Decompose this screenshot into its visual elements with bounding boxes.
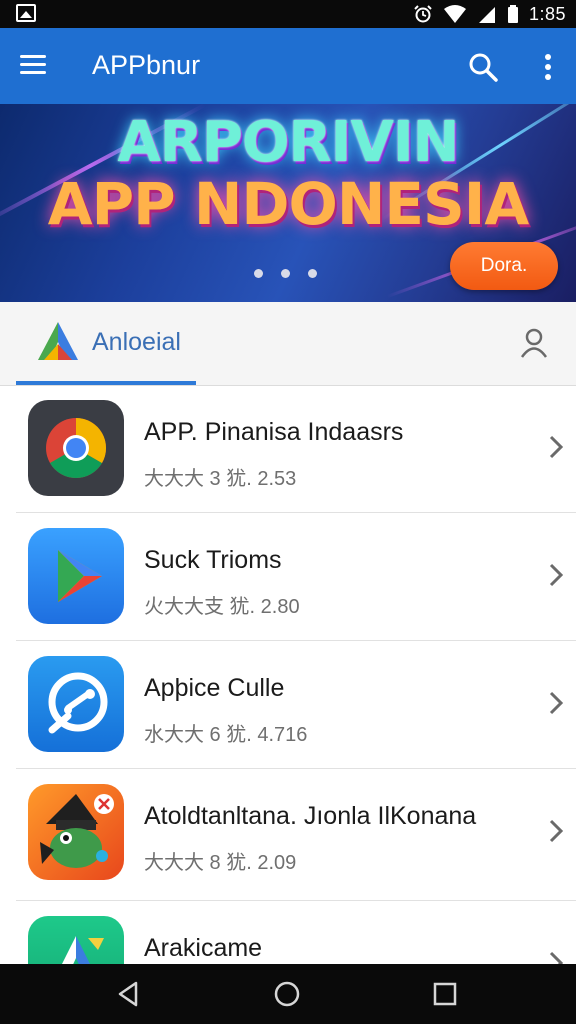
banner-headline-line2: APP NDONESIA [47,170,530,238]
back-button[interactable] [112,978,146,1010]
app-icon-tile [28,656,124,752]
category-tab-bar: Anloeial [0,302,576,386]
divider [16,768,576,769]
app-list: APP. Pinanisa Indaasrs 大大大 3 犹. 2.53 Suc… [0,386,576,964]
app-bar: APPbnur [0,28,576,104]
page-dot[interactable] [308,269,317,278]
app-rating-meta: 大大大 3 犹. 2.53 [144,468,297,490]
list-item[interactable]: Suck Trioms 火大大支 犹. 2.80 [0,514,576,642]
profile-button[interactable] [518,326,550,360]
more-options-button[interactable] [534,50,562,84]
status-icons: 1:85 [413,2,566,26]
person-icon [520,328,548,358]
menu-icon [20,55,56,74]
system-nav-bar [0,964,576,1024]
recents-icon [433,982,457,1006]
page-dot[interactable] [254,269,263,278]
game-character-icon [40,794,114,868]
banner-cta-button[interactable]: Dora. [450,242,558,290]
list-item[interactable]: Atoldtanltana. Jıonla IlKonana 大大大 8 犹. … [0,770,576,898]
more-vert-icon [545,54,551,80]
battery-icon [507,5,518,23]
home-icon [274,981,300,1007]
chevron-right-icon [549,819,564,843]
home-button[interactable] [270,978,304,1010]
tab-anloeial[interactable]: Anloeial [16,302,196,386]
chrome-icon [46,418,107,479]
app-name: Arakicame [144,934,263,962]
app-icon-tile [28,784,124,880]
back-icon [118,981,138,1007]
app-name: Apþice Culle [144,674,285,702]
list-item[interactable]: APP. Pinanisa Indaasrs 大大大 3 犹. 2.53 [0,386,576,514]
signal-icon [478,7,495,23]
chevron-right-icon [549,563,564,587]
app-rating-meta: 大大大 8 犹. 2.09 [144,852,297,874]
clock: 1:85 [528,3,566,24]
promo-banner[interactable]: ARPORIVIN APP NDONESIA Dora. [0,104,576,302]
search-icon [469,53,498,82]
chat-bubble-icon [48,672,108,734]
app-icon-tile [28,916,124,964]
banner-headline-line1: ARPORIVIN [117,110,459,175]
tab-active-indicator [16,381,196,385]
app-name: APP. Pinanisa Indaasrs [144,418,404,446]
banner-page-indicator [254,269,317,278]
list-item[interactable]: Apþice Culle 水大大 6 犹. 4.716 [0,642,576,770]
play-store-icon [58,550,102,602]
list-item[interactable]: Arakicame [0,902,576,964]
a-logo-icon [38,322,78,360]
tab-label: Anloeial [92,328,181,356]
divider [16,640,576,641]
menu-button[interactable] [20,50,56,82]
app-name: Atoldtanltana. Jıonla IlKonana [144,802,477,830]
a-logo-icon [62,936,104,964]
chevron-right-icon [549,691,564,715]
wifi-icon [443,5,466,23]
search-button[interactable] [466,50,500,84]
status-bar: 1:85 [0,0,576,28]
app-name: Suck Trioms [144,546,282,574]
divider [16,512,576,513]
app-rating-meta: 水大大 6 犹. 4.716 [144,724,308,746]
gallery-notification-icon [16,4,36,22]
chevron-right-icon [549,951,564,964]
app-icon-tile [28,400,124,496]
chevron-right-icon [549,435,564,459]
divider [16,900,576,901]
app-rating-meta: 火大大支 犹. 2.80 [144,596,300,618]
app-icon-tile [28,528,124,624]
alarm-icon [414,5,432,23]
app-title: APPbnur [92,50,201,80]
page-dot[interactable] [281,269,290,278]
recents-button[interactable] [428,978,462,1010]
